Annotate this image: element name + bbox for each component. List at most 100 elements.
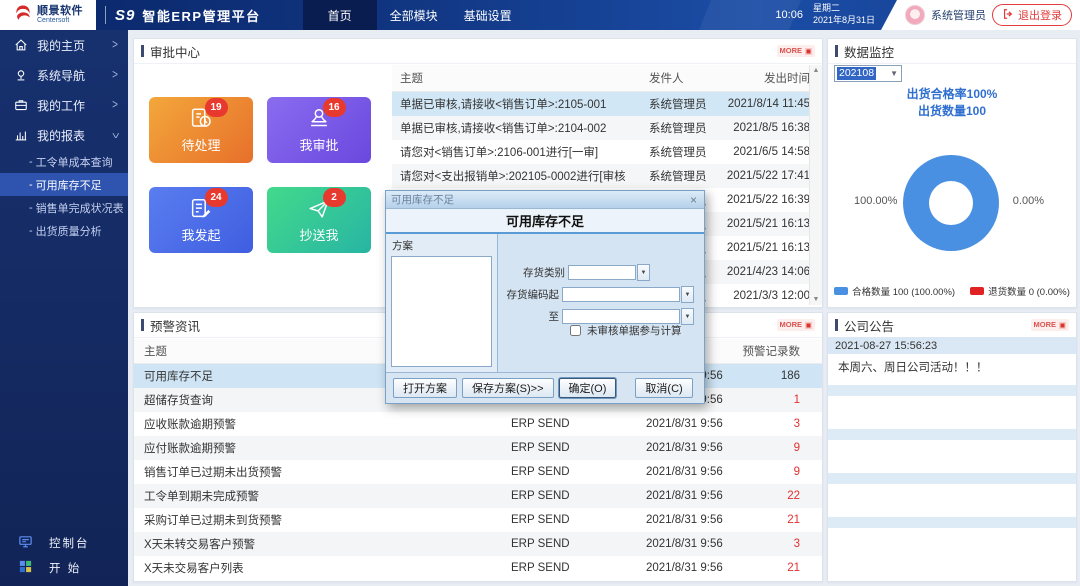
sidebar-item[interactable]: 系统导航 >	[0, 60, 128, 90]
nav-item[interactable]: 基础设置	[451, 0, 525, 30]
alert-time: 2021/8/31 9:56	[646, 442, 723, 454]
alert-time: 2021/8/31 9:56	[646, 490, 723, 502]
scroll-down-icon[interactable]: ▼	[813, 296, 820, 303]
title-bar-mark	[835, 45, 838, 57]
dialog-title-bar[interactable]: 可用库存不足 ×	[386, 191, 704, 209]
alert-time: 2021/8/31 9:56	[646, 562, 723, 574]
cancel-button[interactable]: 取消(C)	[635, 378, 693, 398]
approval-card[interactable]: 2 抄送我	[267, 187, 371, 253]
avatar[interactable]	[905, 5, 925, 25]
alert-count: 3	[793, 418, 800, 430]
sidebar-footer-label: 控制台	[49, 537, 90, 550]
alert-time: 2021/8/31 9:56	[646, 514, 723, 526]
briefcase-icon	[13, 98, 28, 113]
legend-swatch	[834, 287, 849, 295]
alert-subject: X天未交易客户列表	[144, 563, 244, 575]
field-input-至[interactable]	[562, 309, 680, 324]
alert-sender: ERP SEND	[511, 562, 570, 574]
company-logo-icon	[13, 3, 33, 28]
field-input-存货编码起[interactable]	[562, 287, 680, 302]
dialog-form: 存货类别 ▼ 存货编码起 ▼ 至 ▼ 未审核单据参与计算	[498, 234, 704, 372]
alert-row[interactable]: X天未交易客户列表 ERP SEND 2021/8/31 9:56 21	[134, 556, 822, 580]
sidebar-subitem[interactable]: 出货质量分析	[0, 219, 128, 242]
alert-row[interactable]: 销售订单已过期未出货预警 ERP SEND 2021/8/31 9:56 9	[134, 460, 822, 484]
sidebar-item[interactable]: 我的工作 >	[0, 90, 128, 120]
approval-subject: 单据已审核,请接收<销售订单>:2105-001	[400, 99, 607, 111]
nav-item[interactable]: 首页	[302, 0, 377, 30]
save-scheme-button[interactable]: 保存方案(S)>>	[462, 378, 554, 398]
nav-item[interactable]: 全部模块	[377, 0, 451, 30]
sidebar-subitem[interactable]: 销售单完成状况表	[0, 196, 128, 219]
announcement-text[interactable]: 本周六、周日公司活动！！！	[828, 354, 1076, 382]
logout-button[interactable]: 退出登录	[992, 4, 1072, 26]
alerts-more-button[interactable]: MORE	[776, 319, 815, 331]
approval-row[interactable]: 单据已审核,请接收<销售订单>:2104-002 系统管理员 2021/8/5 16…	[392, 116, 818, 140]
approval-panel-head: 审批中心 MORE	[134, 39, 822, 64]
product-logo: S9	[115, 6, 136, 24]
legend-item[interactable]: 合格数量 100 (100.00%)	[834, 284, 955, 298]
approval-row[interactable]: 请您对<支出报销单>:202105-0002进行[审核] 系统管理员 2021/5/…	[392, 164, 818, 188]
approval-row[interactable]: 请您对<销售订单>:2106-001进行[一审] 系统管理员 2021/6/5 14…	[392, 140, 818, 164]
ok-button[interactable]: 确定(O)	[558, 378, 617, 398]
alert-row[interactable]: 工令单到期未完成预警 ERP SEND 2021/8/31 9:56 22	[134, 484, 822, 508]
alert-row[interactable]: X天未转交易客户预警 ERP SEND 2021/8/31 9:56 3	[134, 532, 822, 556]
scheme-listbox[interactable]	[391, 256, 492, 367]
approval-more-button[interactable]: MORE	[776, 45, 815, 57]
approval-cards: 19 待处理 16 我审批 24 我发起 2 抄送我	[149, 97, 371, 253]
dropdown-arrow-icon[interactable]: ▼	[637, 264, 650, 281]
console-icon	[18, 534, 33, 552]
field-label: 至	[548, 311, 560, 323]
alert-row[interactable]: 采购订单已过期未到货预警 ERP SEND 2021/8/31 9:56 21	[134, 508, 822, 532]
sidebar-subitem[interactable]: 可用库存不足	[0, 173, 128, 196]
approval-sender: 系统管理员	[649, 147, 707, 159]
alert-subject: 工令单到期未完成预警	[144, 491, 259, 503]
alert-sender: ERP SEND	[511, 466, 570, 478]
sidebar-item-label: 我的工作	[37, 98, 86, 113]
close-icon[interactable]: ×	[688, 194, 699, 206]
sidebar-footer-item[interactable]: 控制台	[0, 530, 128, 555]
dialog-heading: 可用库存不足	[386, 209, 704, 234]
sidebar-item[interactable]: 我的报表 >	[0, 120, 128, 150]
alert-row[interactable]: 应收账款逾期预警 ERP SEND 2021/8/31 9:56 3	[134, 412, 822, 436]
approval-card[interactable]: 19 待处理	[149, 97, 253, 163]
announcements-more-button[interactable]: MORE	[1030, 319, 1069, 331]
more-icon	[805, 47, 812, 55]
logo-subtitle: Centersoft	[37, 17, 70, 25]
announcement-time[interactable]: 2021-08-27 15:56:23	[828, 337, 1076, 354]
alert-count: 21	[787, 562, 800, 574]
field-input-存货类别[interactable]	[568, 265, 636, 280]
scroll-up-icon[interactable]: ▲	[813, 67, 820, 74]
approval-time: 2021/8/5 16:38	[733, 122, 810, 134]
more-icon	[1059, 321, 1066, 329]
approval-subject: 请您对<支出报销单>:202105-0002进行[审核]	[400, 171, 625, 183]
open-scheme-button[interactable]: 打开方案	[393, 378, 457, 398]
start-icon	[18, 559, 33, 577]
period-select[interactable]: 202108 ▼	[834, 65, 902, 82]
user-area: 系统管理员 退出登录	[881, 0, 1080, 30]
sidebar-footer-label: 开 始	[49, 562, 82, 575]
home-icon	[13, 38, 28, 53]
logout-icon	[1002, 8, 1014, 23]
legend-item[interactable]: 退货数量 0 (0.00%)	[970, 284, 1070, 298]
unaudited-checkbox-label: 未审核单据参与计算	[587, 325, 682, 337]
sidebar-subitem[interactable]: 工令单成本查询	[0, 150, 128, 173]
approval-row[interactable]: 单据已审核,请接收<销售订单>:2105-001 系统管理员 2021/8/14 1…	[392, 92, 818, 116]
sidebar-footer-item[interactable]: 开 始	[0, 555, 128, 580]
dropdown-arrow-icon[interactable]: ▼	[681, 286, 694, 303]
approval-scrollbar[interactable]: ▲ ▼	[809, 65, 822, 305]
alert-row[interactable]: 应付账款逾期预警 ERP SEND 2021/8/31 9:56 9	[134, 436, 822, 460]
column-header: 发件人	[649, 73, 684, 85]
approval-card[interactable]: 24 我发起	[149, 187, 253, 253]
alert-sender: ERP SEND	[511, 490, 570, 502]
compose-icon: 24	[188, 188, 228, 223]
approval-card[interactable]: 16 我审批	[267, 97, 371, 163]
announcement-empty-slot	[828, 473, 1076, 484]
alert-subject: X天未转交易客户预警	[144, 539, 256, 551]
clock-fulldate: 2021年8月31日	[812, 15, 875, 25]
dropdown-arrow-icon[interactable]: ▼	[681, 308, 694, 325]
announcements-panel: 公司公告 MORE 2021-08-27 15:56:23 本周六、周日公司活动！…	[827, 312, 1077, 582]
unaudited-checkbox[interactable]	[570, 325, 581, 336]
sidebar-item[interactable]: 我的主页 >	[0, 30, 128, 60]
alert-sender: ERP SEND	[511, 418, 570, 430]
alert-time: 2021/8/31 9:56	[646, 418, 723, 430]
